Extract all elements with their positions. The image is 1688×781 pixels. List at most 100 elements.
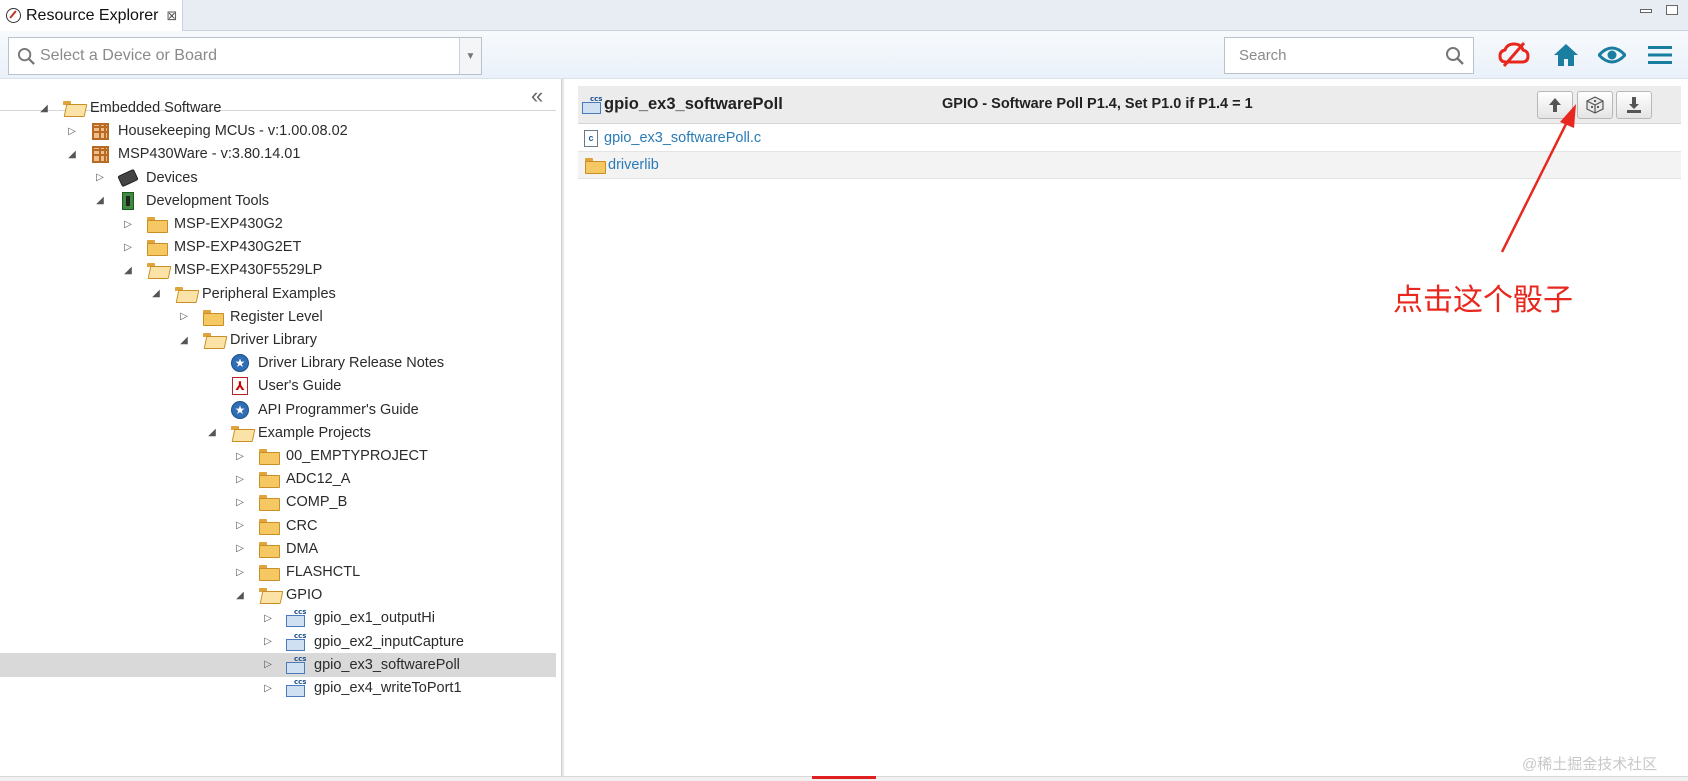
collapse-arrow-icon[interactable]: ◢ bbox=[150, 288, 162, 300]
tree-row[interactable]: ▷ Housekeeping MCUs - v:1.00.08.02 bbox=[0, 119, 556, 143]
tree-row[interactable]: ◢ Embedded Software bbox=[0, 96, 556, 120]
expand-arrow-icon[interactable]: ▷ bbox=[262, 636, 274, 648]
search-icon[interactable] bbox=[1445, 46, 1465, 66]
tree-row[interactable]: ▷ CRC bbox=[0, 514, 556, 538]
package-icon bbox=[90, 145, 110, 163]
toolbar: Select a Device or Board ▼ bbox=[0, 31, 1688, 79]
tree-row[interactable]: ▷ ccs gpio_ex3_softwarePoll bbox=[0, 652, 556, 677]
folder-icon bbox=[146, 238, 168, 257]
collapse-arrow-icon[interactable]: ◢ bbox=[94, 195, 106, 207]
tree-row-label: GPIO bbox=[286, 587, 323, 604]
status-marker bbox=[812, 776, 876, 779]
tree-row[interactable]: ▷ ccs gpio_ex2_inputCapture bbox=[0, 630, 556, 654]
expand-arrow-icon[interactable]: ▷ bbox=[94, 172, 106, 184]
device-select[interactable]: Select a Device or Board ▼ bbox=[8, 37, 482, 75]
tree-row[interactable]: ▷ Devices bbox=[0, 166, 556, 190]
tree-row[interactable]: ▷ MSP-EXP430G2ET bbox=[0, 235, 556, 259]
tree-row-label: Housekeeping MCUs - v:1.00.08.02 bbox=[118, 123, 348, 140]
tree-row-label: MSP-EXP430G2 bbox=[174, 216, 283, 232]
folder-icon bbox=[258, 447, 280, 465]
menu-icon[interactable] bbox=[1643, 40, 1677, 70]
tree-row-label: Development Tools bbox=[146, 192, 270, 209]
tree-row-label: Devices bbox=[146, 169, 198, 186]
annotation-arrow bbox=[1500, 104, 1576, 253]
collapse-arrow-icon[interactable]: ◢ bbox=[178, 334, 190, 346]
expand-arrow-icon[interactable]: ▷ bbox=[262, 612, 274, 624]
home-icon[interactable] bbox=[1549, 40, 1583, 70]
folder-icon bbox=[258, 493, 280, 512]
board-icon bbox=[118, 191, 138, 210]
expand-arrow-icon[interactable]: ▷ bbox=[234, 566, 246, 578]
download-icon[interactable] bbox=[1616, 91, 1652, 119]
expand-arrow-icon[interactable]: ▷ bbox=[178, 311, 190, 323]
expand-arrow-icon[interactable]: ▷ bbox=[66, 125, 78, 137]
tab-bar: Resource Explorer ⊠ bbox=[0, 0, 1688, 31]
tree-row-label: gpio_ex2_inputCapture bbox=[314, 633, 464, 650]
tree-row[interactable]: ▷ ccs gpio_ex4_writeToPort1 bbox=[0, 676, 556, 700]
tree-row-label: User's Guide bbox=[258, 378, 342, 395]
tree-row[interactable]: ▷ ccs gpio_ex1_outputHi bbox=[0, 606, 556, 630]
expand-arrow-icon[interactable]: ▷ bbox=[234, 520, 246, 532]
compass-icon bbox=[6, 8, 21, 23]
tree-pane: « ◢ Embedded Software ▷ Housekeeping MCUs -… bbox=[0, 79, 562, 776]
file-link-c[interactable]: gpio_ex3_softwarePoll.c bbox=[604, 130, 761, 146]
folder-icon bbox=[202, 308, 224, 326]
tree-row[interactable]: ◢ Peripheral Examples bbox=[0, 282, 556, 306]
cloud-offline-icon[interactable] bbox=[1497, 40, 1531, 70]
tab-resource-explorer[interactable]: Resource Explorer ⊠ bbox=[0, 0, 183, 31]
tree-row[interactable]: ▷ ADC12_A bbox=[0, 467, 556, 491]
collapse-arrow-icon[interactable]: ◢ bbox=[122, 264, 134, 276]
folder-open-icon bbox=[62, 99, 82, 117]
tree-row[interactable]: ◢ GPIO bbox=[0, 583, 556, 607]
collapse-arrow-icon[interactable]: ◢ bbox=[66, 148, 78, 160]
tree-row[interactable]: ★ API Programmer's Guide bbox=[0, 398, 556, 422]
tree-row-label: MSP430Ware - v:3.80.14.01 bbox=[118, 146, 301, 163]
window-controls bbox=[1640, 5, 1678, 15]
tree-row[interactable]: ◢ MSP-EXP430F5529LP bbox=[0, 258, 556, 282]
tree-row[interactable]: ★ Driver Library Release Notes bbox=[0, 351, 556, 375]
tree-row[interactable]: ◢ Driver Library bbox=[0, 328, 556, 352]
expand-arrow-icon[interactable]: ▷ bbox=[262, 682, 274, 694]
collapse-arrow-icon[interactable]: ◢ bbox=[38, 102, 50, 114]
tree-row-label: Embedded Software bbox=[90, 100, 222, 116]
minimize-button[interactable] bbox=[1640, 9, 1652, 13]
project-description: GPIO - Software Poll P1.4, Set P1.0 if P… bbox=[942, 96, 1253, 112]
expand-arrow-icon[interactable]: ▷ bbox=[234, 496, 246, 508]
ccs-icon: ccs bbox=[286, 678, 306, 697]
star-icon: ★ bbox=[230, 354, 250, 373]
tab-title: Resource Explorer bbox=[26, 6, 159, 24]
tree-row[interactable]: ⅄ User's Guide bbox=[0, 374, 556, 398]
tree-row[interactable]: ◢ Development Tools bbox=[0, 189, 556, 213]
tree-row[interactable]: ▷ DMA bbox=[0, 537, 556, 561]
tree-row[interactable]: ▷ FLASHCTL bbox=[0, 560, 556, 584]
eye-icon[interactable] bbox=[1595, 40, 1629, 70]
expand-arrow-icon[interactable]: ▷ bbox=[234, 450, 246, 462]
collapse-arrow-icon[interactable]: ◢ bbox=[234, 589, 246, 601]
tree-row-label: Example Projects bbox=[258, 424, 371, 441]
tree-row[interactable]: ▷ 00_EMPTYPROJECT bbox=[0, 444, 556, 468]
tree-row[interactable]: ▷ MSP-EXP430G2 bbox=[0, 212, 556, 236]
tree-row[interactable]: ▷ COMP_B bbox=[0, 490, 556, 514]
folder-open-icon bbox=[146, 261, 166, 279]
file-link-folder[interactable]: driverlib bbox=[608, 157, 659, 173]
c-file-icon: c bbox=[584, 129, 598, 147]
search-input[interactable] bbox=[1239, 47, 1445, 64]
collapse-arrow-icon[interactable]: ◢ bbox=[206, 427, 218, 439]
expand-arrow-icon[interactable]: ▷ bbox=[234, 473, 246, 485]
folder-icon bbox=[584, 156, 606, 174]
chevron-down-icon[interactable]: ▼ bbox=[459, 38, 481, 74]
maximize-button[interactable] bbox=[1666, 5, 1678, 15]
search-icon bbox=[17, 47, 35, 65]
expand-arrow-icon[interactable]: ▷ bbox=[262, 659, 274, 671]
tree-row[interactable]: ◢ Example Projects bbox=[0, 421, 556, 445]
pdf-icon: ⅄ bbox=[230, 377, 250, 396]
expand-arrow-icon[interactable]: ▷ bbox=[122, 218, 134, 230]
tree-row[interactable]: ▷ Register Level bbox=[0, 305, 556, 329]
expand-arrow-icon[interactable]: ▷ bbox=[234, 543, 246, 555]
tree-row[interactable]: ◢ MSP430Ware - v:3.80.14.01 bbox=[0, 142, 556, 166]
tab-close-icon[interactable]: ⊠ bbox=[167, 8, 178, 24]
tree-row-label: MSP-EXP430F5529LP bbox=[174, 262, 323, 279]
expand-arrow-icon[interactable]: ▷ bbox=[122, 241, 134, 253]
